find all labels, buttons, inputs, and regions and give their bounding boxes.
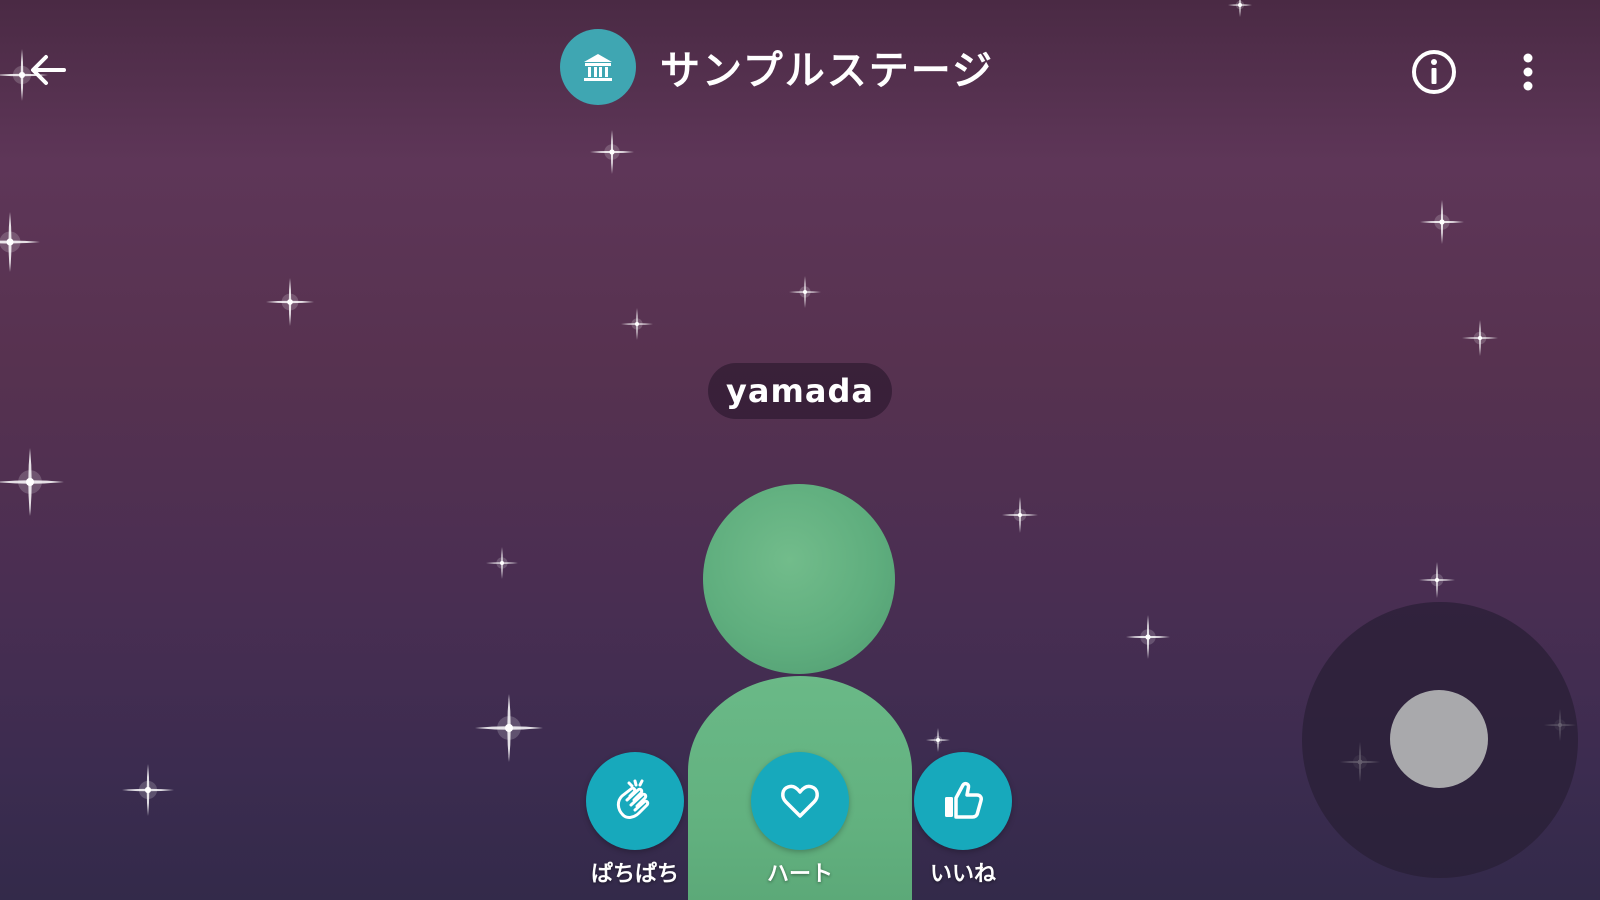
sparkle-star [1420,200,1464,244]
joystick-knob[interactable] [1390,690,1488,788]
back-button[interactable] [22,44,74,96]
museum-icon [584,54,612,81]
reaction-clap-button[interactable]: ぱちぱち [570,752,700,888]
sparkle-star [1228,0,1252,17]
reaction-heart-button[interactable]: ハート [735,752,865,888]
sparkle-star [122,764,174,816]
reaction-like-label: いいね [929,862,996,887]
sparkle-star [266,278,314,326]
venue-badge [560,29,636,105]
reaction-like-circle[interactable] [914,752,1012,850]
stage-view[interactable]: サンプルステージ yamada ぱちぱち ハート いいね [0,0,1600,900]
sparkle-star [926,728,950,752]
page-title: サンプルステージ [660,48,994,94]
reaction-like-button[interactable]: いいね [898,752,1028,888]
reaction-clap-label: ぱちぱち [590,862,679,887]
info-button[interactable] [1408,46,1460,98]
sparkle-star [486,547,518,579]
sparkle-star [475,694,543,762]
sparkle-star [590,130,634,174]
reaction-heart-label: ハート [766,862,833,887]
stage-header: サンプルステージ [560,28,994,106]
more-vertical-icon [1523,53,1533,91]
more-menu-button[interactable] [1506,46,1550,98]
sparkle-star [1126,615,1170,659]
avatar-name-tag: yamada [708,363,892,419]
sparkle-star [1002,497,1038,533]
sparkle-star [0,448,64,516]
sparkle-star [621,308,653,340]
clap-icon [616,779,650,819]
info-icon [1412,50,1456,94]
sparkle-star [1462,320,1498,356]
sparkle-star [1419,562,1455,598]
arrow-left-icon [31,55,66,85]
heart-icon [781,784,819,818]
reaction-clap-circle[interactable] [586,752,684,850]
reaction-heart-circle[interactable] [751,752,849,850]
sparkle-star [789,276,821,308]
sparkle-star [0,212,40,272]
avatar-head [703,484,895,674]
thumbs-up-icon [945,781,983,819]
